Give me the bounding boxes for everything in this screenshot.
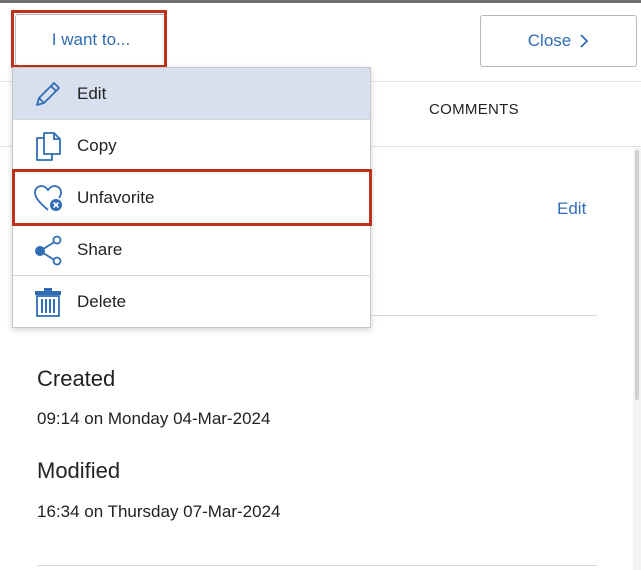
created-value: 09:14 on Monday 04-Mar-2024 bbox=[37, 409, 271, 428]
top-border bbox=[0, 0, 641, 3]
copy-icon bbox=[31, 129, 65, 163]
menu-item-delete[interactable]: Delete bbox=[13, 276, 370, 328]
scrollbar-thumb[interactable] bbox=[635, 150, 639, 400]
menu-item-label: Delete bbox=[77, 292, 127, 311]
share-icon bbox=[31, 233, 65, 267]
close-button-label: Close bbox=[527, 31, 572, 50]
heart-remove-icon bbox=[31, 181, 65, 215]
created-label: Created bbox=[37, 366, 116, 391]
modified-value: 16:34 on Thursday 07-Mar-2024 bbox=[37, 502, 281, 521]
chevron-right-icon bbox=[580, 34, 589, 48]
menu-item-label: Unfavorite bbox=[77, 187, 155, 207]
i-want-to-highlight bbox=[11, 10, 167, 68]
modified-label: Modified bbox=[37, 458, 121, 483]
menu-item-label: Copy bbox=[77, 135, 117, 155]
menu-item-edit[interactable]: Edit bbox=[13, 68, 370, 120]
menu-item-copy[interactable]: Copy bbox=[13, 120, 370, 172]
menu-item-share[interactable]: Share bbox=[13, 224, 370, 276]
close-button[interactable]: Close bbox=[480, 15, 637, 67]
menu-item-label: Share bbox=[77, 239, 123, 259]
edit-link[interactable]: Edit bbox=[557, 199, 586, 219]
pencil-icon bbox=[31, 77, 65, 111]
trash-icon bbox=[31, 285, 65, 319]
actions-menu: Edit Copy Unfavorite Share Delete bbox=[12, 67, 371, 328]
content-divider bbox=[37, 565, 597, 566]
tab-comments[interactable]: COMMENTS bbox=[429, 101, 519, 118]
menu-item-unfavorite[interactable]: Unfavorite bbox=[13, 172, 370, 224]
menu-item-label: Edit bbox=[77, 83, 107, 103]
